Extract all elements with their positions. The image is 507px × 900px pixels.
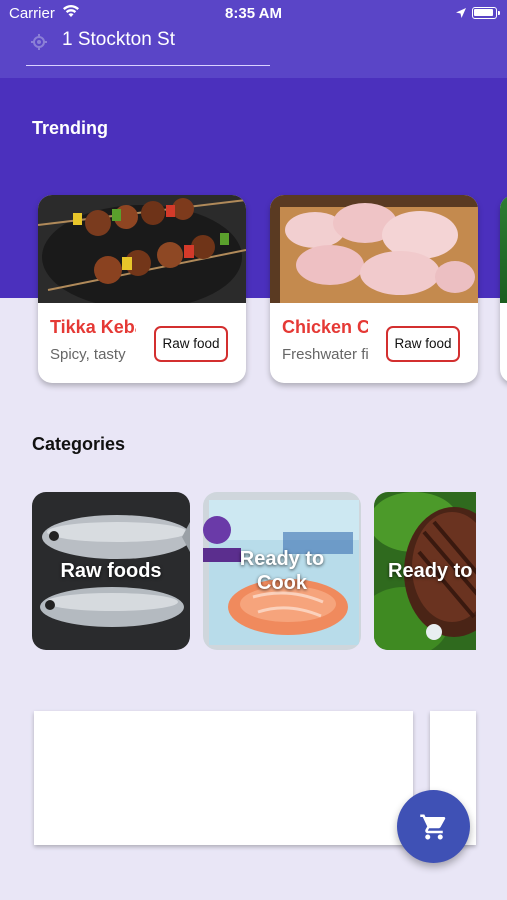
app-header: 1 Stockton St	[0, 28, 507, 78]
raw-food-tag: Raw food	[386, 326, 460, 362]
category-tile-ready-to-eat[interactable]: Ready to Eat	[374, 492, 476, 650]
category-label: Ready to Eat	[388, 560, 476, 582]
cart-icon	[420, 814, 446, 840]
category-tile-raw-foods[interactable]: Raw foods	[32, 492, 190, 650]
category-label: Raw foods	[60, 560, 162, 582]
location-services-icon	[455, 6, 467, 23]
trending-item-name: Tikka Kebab	[50, 317, 136, 337]
trending-card-peek[interactable]	[500, 195, 507, 383]
trending-peek-image	[500, 195, 507, 303]
address-selector[interactable]: 1 Stockton St	[26, 28, 270, 66]
category-label: Ready to Cook	[239, 548, 325, 594]
trending-item-description: Spicy, tasty	[50, 346, 126, 363]
trending-item-description: Freshwater fish	[282, 346, 368, 363]
kebab-image	[38, 195, 246, 309]
trending-item-name: Chicken Curry	[282, 317, 368, 337]
raw-food-tag: Raw food	[154, 326, 228, 362]
status-time: 8:35 AM	[225, 5, 282, 22]
status-bar: Carrier 8:35 AM	[0, 0, 507, 28]
trending-card[interactable]: Tikka Kebab Spicy, tasty Raw food	[38, 195, 246, 383]
category-tile-ready-to-cook[interactable]: Ready to Cook	[203, 492, 361, 650]
location-pin-icon	[30, 33, 48, 57]
chicken-image	[270, 195, 478, 303]
categories-title: Categories	[32, 434, 126, 454]
promo-card[interactable]	[34, 711, 413, 845]
address-text: 1 Stockton St	[62, 29, 176, 50]
categories-carousel[interactable]: Raw foods Ready to Cook Ready to	[32, 492, 476, 652]
battery-icon	[472, 7, 500, 19]
trending-card[interactable]: Chicken Curry Freshwater fish Raw food	[270, 195, 478, 383]
cart-button[interactable]	[397, 790, 470, 863]
trending-title: Trending	[32, 118, 108, 138]
